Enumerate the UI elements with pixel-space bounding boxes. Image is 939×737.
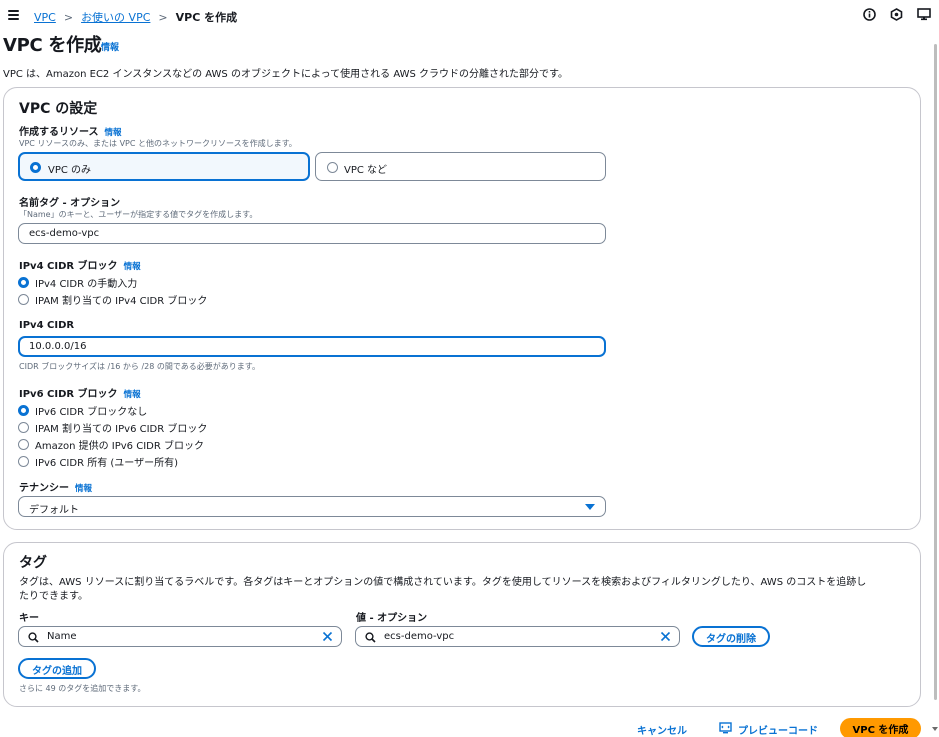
create-vpc-button[interactable]: VPC を作成	[840, 718, 921, 737]
tags-remaining-hint: さらに 49 のタグを追加できます。	[19, 684, 146, 693]
name-tag-hint: 「Name」のキーと、ユーザーが指定する値でタグを作成します。	[19, 210, 258, 219]
ipv6-block-label: IPv6 CIDR ブロック	[19, 389, 118, 400]
tag-value-value: ecs-demo-vpc	[384, 631, 455, 642]
search-icon	[28, 632, 39, 646]
ipv4-cidr-input[interactable]: 10.0.0.0/16	[18, 336, 606, 357]
preview-code-label: プレビューコード	[738, 726, 818, 737]
tenancy-label-row: テナンシー 情報	[19, 479, 92, 494]
tile-vpc-and-more[interactable]: VPC など	[315, 152, 606, 181]
radio-vpc-and-more[interactable]	[327, 162, 338, 173]
ipv4-block-info-link[interactable]: 情報	[124, 262, 141, 272]
clear-icon[interactable]	[322, 631, 333, 645]
tag-value-label: 値 - オプション	[356, 613, 428, 624]
clear-icon[interactable]	[660, 631, 671, 645]
ipv6-block-label-row: IPv6 CIDR ブロック 情報	[19, 385, 141, 400]
tenancy-info-link[interactable]: 情報	[75, 484, 92, 494]
top-bar: VPC > お使いの VPC > VPC を作成	[0, 0, 939, 32]
tags-heading: タグ	[19, 555, 47, 571]
breadcrumb-your-vpcs[interactable]: お使いの VPC	[81, 9, 150, 25]
tenancy-label: テナンシー	[19, 483, 69, 494]
add-tag-button[interactable]: タグの追加	[18, 658, 96, 679]
radio-ipv6-byoip[interactable]	[18, 456, 29, 467]
cancel-button[interactable]: キャンセル	[637, 722, 687, 737]
page-title: VPC を作成	[3, 35, 102, 56]
radio-row-ipv6-byoip[interactable]: IPv6 CIDR 所有 (ユーザー所有)	[18, 454, 178, 469]
tag-key-label: キー	[19, 613, 39, 624]
code-preview-icon	[719, 722, 732, 737]
breadcrumb-current: VPC を作成	[175, 11, 238, 24]
tile-vpc-only[interactable]: VPC のみ	[18, 152, 310, 181]
radio-ipv6-none[interactable]	[18, 405, 29, 416]
radio-ipv6-byoip-label: IPv6 CIDR 所有 (ユーザー所有)	[35, 458, 178, 469]
resources-label: 作成するリソース	[19, 127, 99, 138]
top-icons	[863, 8, 931, 21]
radio-row-ipv4-ipam[interactable]: IPAM 割り当ての IPv4 CIDR ブロック	[18, 292, 207, 307]
caret-down-icon	[585, 504, 595, 510]
radio-row-ipv6-ipam[interactable]: IPAM 割り当ての IPv6 CIDR ブロック	[18, 420, 207, 435]
security-shield-icon[interactable]	[890, 8, 903, 21]
vpc-settings-panel: VPC の設定 作成するリソース 情報 VPC リソースのみ、または VPC と他…	[3, 87, 921, 530]
tags-description-line1: タグは、AWS リソースに割り当てるラベルです。各タグはキーとオプションの値で構…	[19, 577, 867, 588]
feedback-screen-icon[interactable]	[917, 8, 931, 21]
ipv4-block-label-row: IPv4 CIDR ブロック 情報	[19, 257, 141, 272]
scrollbar-thumb[interactable]	[934, 44, 937, 700]
radio-ipv6-amazon[interactable]	[18, 439, 29, 450]
resources-hint: VPC リソースのみ、または VPC と他のネットワークリソースを作成します。	[19, 139, 297, 148]
radio-vpc-only[interactable]	[30, 162, 41, 173]
tenancy-select-value: デフォルト	[29, 505, 79, 516]
name-tag-label: 名前タグ - オプション	[19, 198, 121, 209]
tile-vpc-only-label: VPC のみ	[48, 165, 92, 176]
radio-row-ipv6-none[interactable]: IPv6 CIDR ブロックなし	[18, 403, 147, 418]
resources-info-link[interactable]: 情報	[105, 128, 122, 138]
tags-panel: タグ タグは、AWS リソースに割り当てるラベルです。各タグはキーとオプションの…	[3, 542, 921, 707]
ipv6-block-info-link[interactable]: 情報	[124, 390, 141, 400]
page-info-link[interactable]: 情報	[101, 40, 119, 53]
radio-ipv6-ipam-label: IPAM 割り当ての IPv6 CIDR ブロック	[35, 424, 208, 435]
menu-icon[interactable]	[8, 10, 19, 20]
radio-ipv4-ipam-label: IPAM 割り当ての IPv4 CIDR ブロック	[35, 296, 208, 307]
radio-ipv4-manual[interactable]	[18, 277, 29, 288]
radio-row-ipv4-manual[interactable]: IPv4 CIDR の手動入力	[18, 275, 137, 290]
radio-ipv6-none-label: IPv6 CIDR ブロックなし	[35, 407, 148, 418]
vpc-settings-heading: VPC の設定	[19, 101, 98, 117]
chevron-right-icon: >	[63, 10, 74, 24]
breadcrumb: VPC > お使いの VPC > VPC を作成	[34, 9, 237, 25]
tenancy-select[interactable]: デフォルト	[18, 496, 606, 517]
ipv4-cidr-label: IPv4 CIDR	[19, 320, 75, 331]
preview-code-button[interactable]: プレビューコード	[719, 722, 818, 737]
tag-key-value: Name	[47, 631, 77, 642]
radio-ipv6-ipam[interactable]	[18, 422, 29, 433]
scroll-down-arrow-icon[interactable]	[932, 727, 938, 731]
name-tag-input[interactable]: ecs-demo-vpc	[18, 223, 606, 244]
resources-label-row: 作成するリソース 情報	[19, 123, 122, 138]
radio-row-ipv6-amazon[interactable]: Amazon 提供の IPv6 CIDR ブロック	[18, 437, 204, 452]
tags-description-line2: たりできます。	[19, 591, 88, 602]
ipv4-block-label: IPv4 CIDR ブロック	[19, 261, 118, 272]
radio-ipv6-amazon-label: Amazon 提供の IPv6 CIDR ブロック	[35, 441, 204, 452]
info-circle-icon[interactable]	[863, 8, 876, 21]
ipv4-cidr-hint: CIDR ブロックサイズは /16 から /28 の間である必要があります。	[19, 362, 261, 371]
chevron-right-icon: >	[158, 10, 168, 24]
radio-ipv4-manual-label: IPv4 CIDR の手動入力	[35, 279, 138, 290]
page-description: VPC は、Amazon EC2 インスタンスなどの AWS のオブジェクトによ…	[3, 69, 569, 80]
tag-key-input[interactable]: Name	[18, 626, 342, 647]
remove-tag-button[interactable]: タグの削除	[692, 626, 770, 647]
breadcrumb-vpc[interactable]: VPC	[34, 11, 56, 24]
tile-vpc-and-more-label: VPC など	[344, 165, 388, 176]
radio-ipv4-ipam[interactable]	[18, 294, 29, 305]
tag-value-input[interactable]: ecs-demo-vpc	[355, 626, 680, 647]
search-icon	[365, 632, 376, 646]
